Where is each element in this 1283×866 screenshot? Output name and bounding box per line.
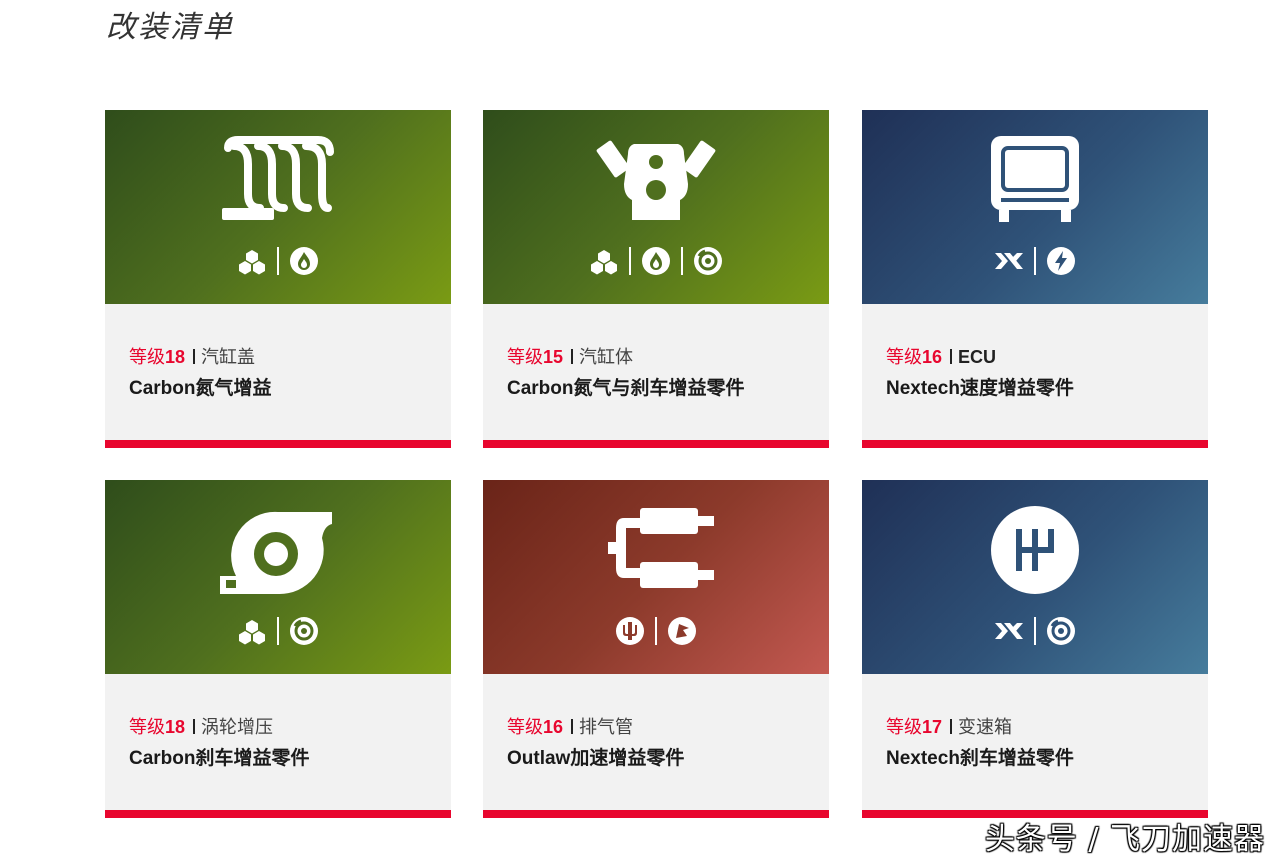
brand-name: Nextech: [886, 378, 960, 399]
badge-divider: [277, 247, 279, 275]
tier-number: 18: [165, 347, 186, 367]
kit-name: 刹车增益零件: [195, 747, 310, 769]
cylinder-head-icon: [222, 136, 334, 220]
card-meta: 等级16 ECU: [886, 346, 996, 369]
badge-divider: [629, 247, 631, 275]
badge-divider: [277, 617, 279, 645]
gearbox-icon: [991, 506, 1079, 594]
tier-label: 等级: [129, 717, 165, 738]
brake-icon: [694, 247, 722, 275]
card-accent-bar: [483, 440, 829, 448]
mod-card-cylinder-head[interactable]: 等级18 汽缸盖 Carbon氮气增益: [105, 110, 451, 448]
tier-label: 等级: [507, 347, 543, 368]
acceleration-icon: [668, 617, 696, 645]
meta-divider: [193, 719, 196, 734]
card-meta: 等级16 排气管: [507, 716, 633, 739]
card-title: Nextech刹车增益零件: [886, 746, 1074, 771]
tier-number: 18: [165, 717, 186, 737]
badge-divider: [1034, 617, 1036, 645]
card-accent-bar: [105, 810, 451, 818]
mod-card-engine-block[interactable]: 等级15 汽缸体 Carbon氮气与刹车增益零件: [483, 110, 829, 448]
card-badges: [862, 616, 1208, 646]
tier-number: 15: [543, 347, 564, 367]
tier-number: 17: [922, 717, 943, 737]
meta-divider: [571, 719, 574, 734]
brake-icon: [1047, 617, 1075, 645]
mod-card-turbo[interactable]: 等级18 涡轮增压 Carbon刹车增益零件: [105, 480, 451, 818]
card-title: Carbon氮气与刹车增益零件: [507, 376, 745, 401]
kit-name: 氮气与刹车增益零件: [573, 377, 745, 399]
card-badges: [862, 246, 1208, 276]
part-name: 涡轮增压: [201, 717, 274, 738]
carbon-icon: [239, 250, 265, 275]
kit-name: 刹车增益零件: [959, 747, 1074, 769]
card-title: Carbon刹车增益零件: [129, 746, 310, 771]
card-badges: [105, 616, 451, 646]
badge-divider: [681, 247, 683, 275]
nitrous-icon: [290, 247, 318, 275]
page-title: 改装清单: [106, 10, 234, 45]
brand-name: Outlaw: [507, 748, 571, 769]
part-name: 变速箱: [958, 717, 1013, 738]
part-name: 排气管: [579, 717, 634, 738]
part-name: 汽缸盖: [201, 347, 256, 368]
card-badges: [483, 616, 829, 646]
card-accent-bar: [862, 440, 1208, 448]
tier-number: 16: [543, 717, 564, 737]
card-meta: 等级15 汽缸体: [507, 346, 633, 369]
card-banner: [862, 480, 1208, 674]
card-meta: 等级17 变速箱: [886, 716, 1012, 739]
speed-icon: [1047, 247, 1075, 275]
badge-divider: [655, 617, 657, 645]
card-meta: 等级18 汽缸盖: [129, 346, 255, 369]
brake-icon: [290, 617, 318, 645]
turbo-icon: [220, 511, 332, 595]
card-accent-bar: [105, 440, 451, 448]
exhaust-icon: [608, 508, 714, 588]
card-title: Nextech速度增益零件: [886, 376, 1074, 401]
meta-divider: [571, 349, 574, 364]
part-name: 汽缸体: [579, 347, 634, 368]
card-banner: [105, 110, 451, 304]
mod-card-exhaust[interactable]: 等级16 排气管 Outlaw加速增益零件: [483, 480, 829, 818]
mod-card-ecu[interactable]: 等级16 ECU Nextech速度增益零件: [862, 110, 1208, 448]
kit-name: 速度增益零件: [959, 377, 1074, 399]
brand-name: Carbon: [129, 378, 196, 399]
watermark: 头条号 / 飞刀加速器: [984, 822, 1265, 857]
mod-card-gearbox[interactable]: 等级17 变速箱 Nextech刹车增益零件: [862, 480, 1208, 818]
card-meta: 等级18 涡轮增压: [129, 716, 273, 739]
card-badges: [105, 246, 451, 276]
nextech-icon: [995, 623, 1023, 639]
brand-name: Nextech: [886, 748, 960, 769]
kit-name: 氮气增益: [195, 377, 272, 399]
card-badges: [483, 246, 829, 276]
card-banner: [105, 480, 451, 674]
tier-label: 等级: [886, 717, 922, 738]
card-accent-bar: [483, 810, 829, 818]
badge-divider: [1034, 247, 1036, 275]
card-banner: [862, 110, 1208, 304]
ecu-icon: [991, 136, 1079, 222]
tier-label: 等级: [886, 347, 922, 368]
outlaw-icon: [616, 617, 644, 645]
tier-label: 等级: [129, 347, 165, 368]
card-banner: [483, 480, 829, 674]
carbon-icon: [239, 620, 265, 645]
nitrous-icon: [642, 247, 670, 275]
kit-name: 加速增益零件: [570, 747, 685, 769]
meta-divider: [950, 719, 953, 734]
engine-block-icon: [596, 140, 716, 220]
meta-divider: [193, 349, 196, 364]
card-title: Outlaw加速增益零件: [507, 746, 684, 771]
nextech-icon: [995, 253, 1023, 269]
tier-label: 等级: [507, 717, 543, 738]
carbon-icon: [591, 250, 617, 275]
tier-number: 16: [922, 347, 943, 367]
card-banner: [483, 110, 829, 304]
brand-name: Carbon: [507, 378, 574, 399]
meta-divider: [950, 349, 953, 364]
brand-name: Carbon: [129, 748, 196, 769]
part-name: ECU: [958, 347, 997, 367]
card-title: Carbon氮气增益: [129, 376, 272, 401]
